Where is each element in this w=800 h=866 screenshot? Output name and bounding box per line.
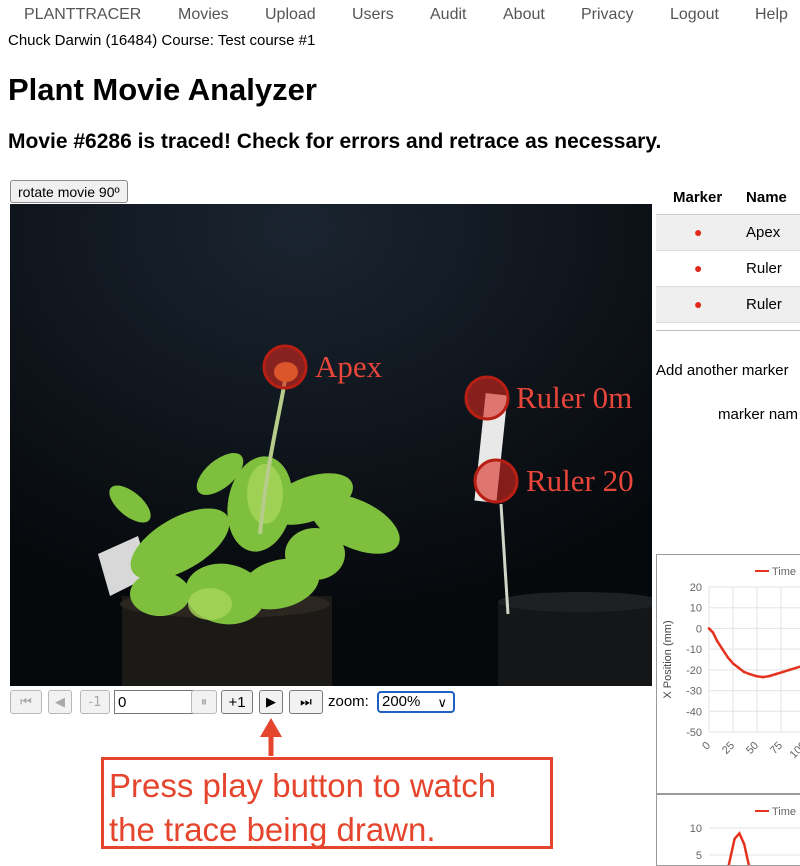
data-point: [788, 668, 791, 672]
step-back-button[interactable]: ◀: [48, 690, 72, 714]
skip-to-end-icon: ⏭: [300, 694, 312, 710]
x-position-chart-svg: Time20100-10-20-30-40-500 25 50 75 100X Posi…: [662, 566, 800, 761]
nav-users[interactable]: Users: [352, 6, 394, 24]
page-title: Plant Movie Analyzer: [8, 72, 317, 107]
add-marker-text: Add another marker: [656, 362, 789, 379]
marker-name-cell: Apex: [746, 214, 800, 251]
marker-label-apex: Apex: [315, 349, 383, 384]
data-point: [711, 631, 715, 634]
y-axis-label: X Position (mm): [662, 620, 674, 698]
skip-to-start-icon: ⏮: [20, 694, 32, 710]
top-nav: PLANTTRACER Movies Upload Users Audit Ab…: [0, 0, 800, 30]
marker-dot-icon: ●: [694, 224, 703, 240]
zoom-value: 200%: [382, 693, 421, 710]
y-tick-label: 10: [690, 603, 702, 615]
x-position-chart: Time 20 10 0 -10 -20 -30 -40 -50 0 25 50 75 100 X Posi…: [656, 554, 800, 794]
marker-dot-icon: ●: [694, 260, 703, 276]
data-point: [748, 672, 751, 676]
movie-frame-image: Apex Ruler 0m Ruler 20: [10, 204, 652, 686]
step-back-icon: ◀: [55, 694, 65, 710]
second-chart: Time 10 5: [656, 794, 800, 866]
marker-label-ruler-20: Ruler 20: [526, 463, 634, 498]
nav-upload[interactable]: Upload: [265, 6, 316, 24]
skip-to-end-button[interactable]: ⏭: [289, 690, 323, 714]
frame-number-input[interactable]: [114, 690, 194, 714]
y-tick-label: 0: [696, 623, 702, 635]
marker-name-cell: Ruler: [746, 250, 800, 287]
data-point: [781, 670, 785, 674]
chevron-down-icon: ∨: [437, 695, 447, 710]
status-heading: Movie #6286 is traced! Check for errors …: [8, 130, 662, 153]
x-tick-label: 25: [720, 740, 737, 757]
y-tick-label: -50: [686, 727, 702, 739]
rotate-movie-button[interactable]: rotate movie 90º: [10, 180, 128, 203]
second-chart-svg: Time 10 5: [690, 806, 800, 865]
marker-label-ruler-0: Ruler 0m: [516, 380, 632, 415]
nav-brand[interactable]: PLANTTRACER: [24, 6, 141, 24]
data-point: [761, 675, 765, 679]
data-point: [726, 656, 730, 659]
data-point: [731, 662, 735, 665]
y-tick-label: 5: [696, 850, 702, 862]
data-point: [795, 666, 798, 670]
skip-to-start-button[interactable]: ⏮: [10, 690, 42, 714]
data-point: [742, 670, 746, 674]
data-point: [754, 674, 758, 678]
table-row[interactable]: ● Ruler: [656, 286, 800, 323]
y-tick-label: -20: [686, 665, 702, 677]
movie-canvas[interactable]: Apex Ruler 0m Ruler 20: [10, 204, 652, 686]
play-icon: ▶: [266, 694, 276, 710]
y-tick-label: -10: [686, 644, 702, 656]
legend-label: Time: [772, 566, 796, 578]
nav-privacy[interactable]: Privacy: [581, 6, 633, 24]
zoom-select[interactable]: 200% ∨: [377, 691, 455, 713]
divider: [656, 330, 800, 331]
name-column-header: Name: [746, 180, 800, 215]
callout-line-1: Press play button to watch: [109, 767, 497, 804]
data-point: [737, 666, 740, 670]
y-tick-label: 20: [690, 582, 702, 594]
pause-icon: ⏸: [200, 694, 208, 710]
nav-logout[interactable]: Logout: [670, 6, 719, 24]
nav-audit[interactable]: Audit: [430, 6, 466, 24]
x-tick-label: 75: [768, 740, 785, 757]
y-tick-label: -30: [686, 686, 702, 698]
plus-one-button[interactable]: +1: [221, 690, 253, 714]
data-point: [715, 639, 719, 643]
data-point: [721, 647, 724, 651]
zoom-label: zoom:: [328, 693, 369, 710]
user-course-line: Chuck Darwin (16484) Course: Test course…: [8, 32, 316, 49]
marker-dot-icon: ●: [694, 296, 703, 312]
play-button[interactable]: ▶: [259, 690, 283, 714]
x-tick-label: 0: [700, 740, 713, 753]
series-line: [727, 831, 751, 865]
marker-name-label: marker nam: [718, 406, 799, 423]
marker-name-cell: Ruler: [746, 286, 800, 323]
x-tick-label: 100: [788, 740, 800, 761]
data-point: [707, 627, 711, 630]
legend-label: Time: [772, 806, 796, 818]
marker-table: Marker Name ● Apex ● Ruler ● Ruler: [656, 180, 800, 323]
callout-line-2: the trace being drawn.: [109, 811, 436, 848]
table-row[interactable]: ● Apex: [656, 214, 800, 251]
y-tick-label: 10: [690, 823, 702, 835]
nav-movies[interactable]: Movies: [178, 6, 229, 24]
data-point: [768, 674, 771, 678]
marker-column-header: Marker: [656, 180, 747, 215]
y-tick-label: -40: [686, 706, 702, 718]
nav-help[interactable]: Help: [755, 6, 788, 24]
data-point: [774, 672, 778, 676]
minus-one-button[interactable]: -1: [80, 690, 110, 714]
help-callout: Press play button to watch the trace bei…: [101, 757, 553, 849]
x-tick-label: 50: [744, 740, 761, 757]
nav-about[interactable]: About: [503, 6, 545, 24]
pause-button[interactable]: ⏸: [191, 690, 217, 714]
table-row[interactable]: ● Ruler: [656, 250, 800, 287]
